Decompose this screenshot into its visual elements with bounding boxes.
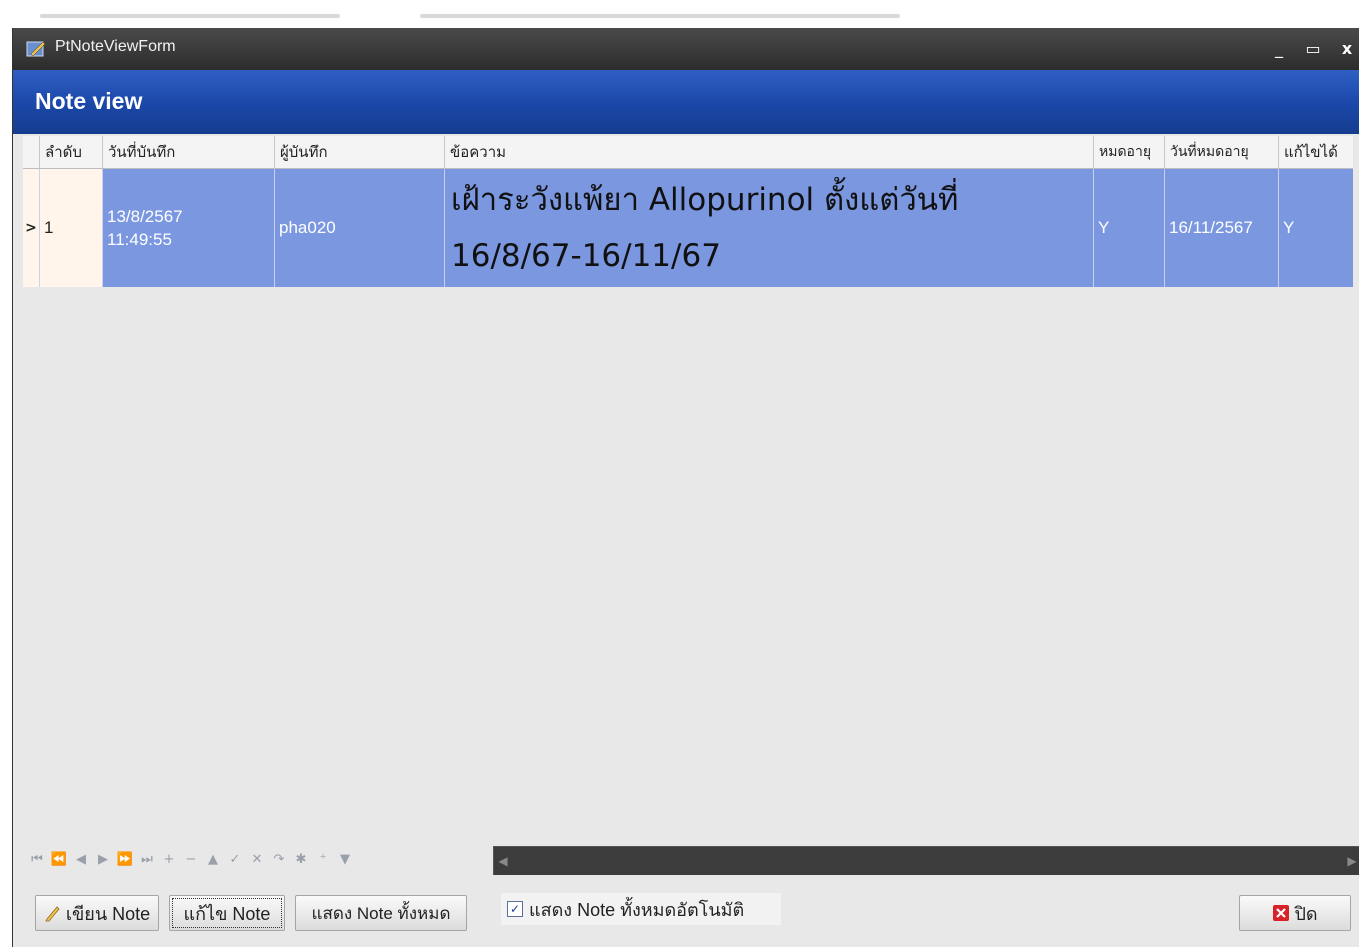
notes-grid: ลำดับ วันที่บันทึก ผู้บันทึก ข้อความ หมด… [23, 136, 1353, 288]
minimize-button[interactable]: _ [1267, 38, 1291, 60]
column-header-expired[interactable]: หมดอายุ [1093, 136, 1164, 168]
previous-page-button[interactable]: ⏪ [49, 850, 69, 870]
write-note-label: เขียน Note [65, 903, 151, 924]
edit-record-button[interactable]: ▲ [203, 850, 223, 870]
cancel-edit-button[interactable]: ✕ [247, 850, 267, 870]
background-desktop-strip [0, 0, 1359, 28]
last-record-button[interactable]: ⏭ [137, 850, 157, 870]
cell-seq[interactable]: 1 [39, 169, 102, 287]
page-title: Note view [35, 88, 143, 114]
previous-record-button[interactable]: ◀ [71, 850, 91, 870]
goto-bookmark-button[interactable]: ⁺ [313, 850, 333, 870]
auto-show-checkbox[interactable]: ✓ [507, 901, 523, 917]
background-blur [40, 14, 340, 18]
auto-show-label: แสดง Note ทั้งหมดอัตโนมัติ [529, 899, 745, 920]
window-title: PtNoteViewForm [55, 38, 176, 55]
cell-record-date-day: 13/8/2567 [107, 207, 183, 226]
show-all-notes-button[interactable]: แสดง Note ทั้งหมด [295, 895, 467, 931]
column-header-expire-date[interactable]: วันที่หมดอายุ [1164, 136, 1278, 168]
cell-record-date-time: 11:49:55 [107, 230, 172, 249]
next-record-button[interactable]: ▶ [93, 850, 113, 870]
filter-button[interactable]: ▼ [335, 850, 355, 870]
cell-editable[interactable]: Y [1278, 169, 1353, 287]
header-band: Note view [13, 70, 1359, 134]
grid-header: ลำดับ วันที่บันทึก ผู้บันทึก ข้อความ หมด… [23, 136, 1353, 169]
cell-message-line1: เฝ้าระวังแพ้ยา Allopurinol ตั้งแต่วันที่ [451, 182, 959, 218]
close-window-button[interactable]: x [1335, 38, 1359, 60]
delete-record-button[interactable]: − [181, 850, 201, 870]
auto-show-option[interactable]: ✓ แสดง Note ทั้งหมดอัตโนมัติ [501, 893, 781, 925]
background-blur [420, 14, 900, 18]
title-bar[interactable]: PtNoteViewForm _ ▭ x [13, 28, 1359, 70]
scroll-left-arrow-icon[interactable]: ◀ [494, 847, 512, 875]
column-header-record-date[interactable]: วันที่บันทึก [102, 136, 274, 168]
end-edit-button[interactable]: ✓ [225, 850, 245, 870]
first-record-button[interactable]: ⏮ [27, 850, 47, 870]
cell-message-line2: 16/8/67-16/11/67 [451, 238, 721, 274]
grid-navigator: ⏮ ⏪ ◀ ▶ ⏩ ⏭ + − ▲ ✓ ✕ ↷ ✱ ⁺ ▼ [23, 848, 419, 872]
column-header-recorder[interactable]: ผู้บันทึก [274, 136, 444, 168]
column-header-message[interactable]: ข้อความ [444, 136, 1093, 168]
close-button[interactable]: ปิด [1239, 895, 1351, 931]
close-icon [1273, 905, 1290, 921]
append-record-button[interactable]: + [159, 850, 179, 870]
save-bookmark-button[interactable]: ✱ [291, 850, 311, 870]
cell-message[interactable]: เฝ้าระวังแพ้ยา Allopurinol ตั้งแต่วันที่… [444, 169, 1093, 287]
cell-expire-date[interactable]: 16/11/2567 [1164, 169, 1278, 287]
header-indicator-cell [23, 136, 39, 168]
cell-record-date[interactable]: 13/8/2567 11:49:55 [102, 169, 274, 287]
edit-note-button[interactable]: แก้ไข Note [169, 895, 285, 931]
maximize-button[interactable]: ▭ [1301, 38, 1325, 60]
show-all-notes-label: แสดง Note ทั้งหมด [311, 903, 451, 923]
edit-note-label: แก้ไข Note [183, 903, 271, 924]
bottom-bar: เขียน Note แก้ไข Note แสดง Note ทั้งหมด … [13, 875, 1359, 947]
pencil-icon [45, 906, 60, 922]
app-icon [26, 41, 46, 57]
horizontal-scrollbar[interactable]: ◀ ▶ [493, 846, 1359, 876]
note-view-window: PtNoteViewForm _ ▭ x Note view ลำดับ วัน… [12, 28, 1359, 947]
next-page-button[interactable]: ⏩ [115, 850, 135, 870]
cell-expired[interactable]: Y [1093, 169, 1164, 287]
refresh-button[interactable]: ↷ [269, 850, 289, 870]
table-row[interactable]: > 1 13/8/2567 11:49:55 pha020 เฝ้าระวังแ… [23, 169, 1353, 287]
write-note-button[interactable]: เขียน Note [35, 895, 159, 931]
column-header-seq[interactable]: ลำดับ [39, 136, 102, 168]
column-header-editable[interactable]: แก้ไขได้ [1278, 136, 1353, 168]
scroll-right-arrow-icon[interactable]: ▶ [1343, 847, 1359, 875]
row-indicator[interactable]: > [23, 169, 40, 287]
cell-recorder[interactable]: pha020 [274, 169, 444, 287]
close-label: ปิด [1294, 903, 1318, 924]
